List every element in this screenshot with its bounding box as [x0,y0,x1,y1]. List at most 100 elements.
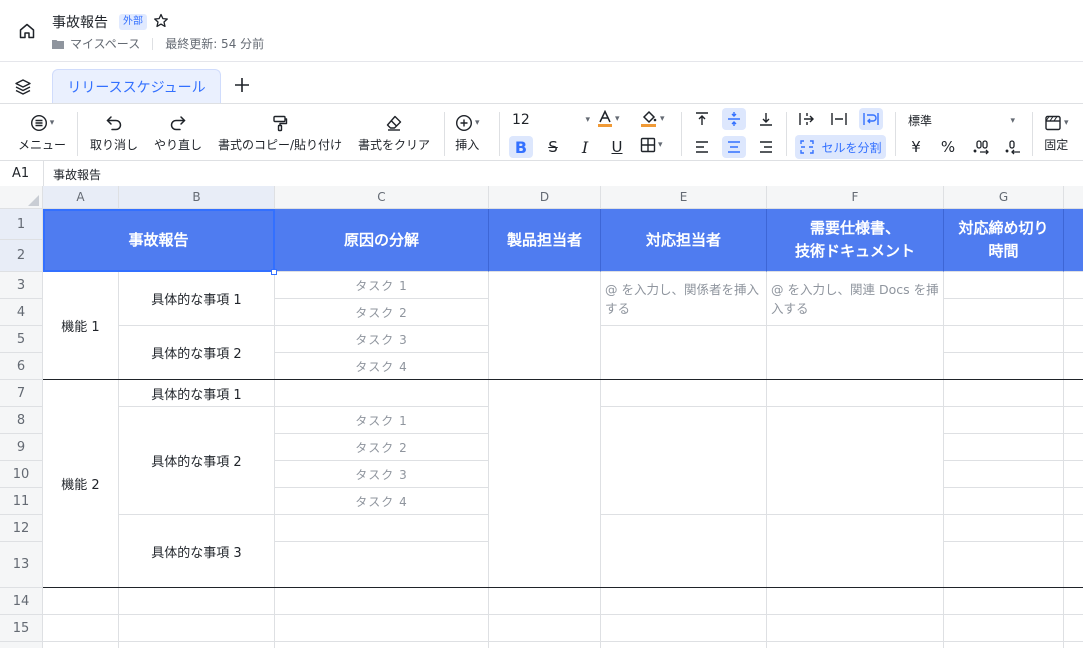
grid-cell[interactable] [1064,642,1083,648]
grid-cell[interactable] [275,515,489,542]
header-cell-assignee[interactable]: 対応担当者 [601,209,767,272]
borders-button[interactable]: ▾ [640,137,663,153]
task-cell[interactable]: タスク 2 [275,434,489,461]
grid-cell[interactable] [119,615,275,642]
grid-cell[interactable] [767,642,944,648]
align-top-button[interactable] [692,109,712,129]
align-middle-button[interactable] [722,108,746,130]
grid-cell[interactable] [767,615,944,642]
grid-cell[interactable] [1064,272,1083,299]
align-right-button[interactable] [756,137,776,157]
location-link[interactable]: マイスペース [70,35,140,52]
header-cell-cause-breakdown[interactable]: 原因の分解 [275,209,489,272]
grid-cell[interactable] [944,353,1064,380]
italic-button[interactable]: I [575,137,595,157]
row-header-5[interactable]: 5 [0,326,43,353]
grid-cell[interactable] [1064,380,1083,407]
grid-cell[interactable] [275,380,489,407]
home-button[interactable] [14,18,40,44]
currency-button[interactable]: ¥ [906,137,926,157]
header-cell-product-owner[interactable]: 製品担当者 [489,209,601,272]
grid-cell[interactable] [1064,542,1083,588]
grid-cell[interactable] [944,299,1064,326]
row-header-6[interactable]: 6 [0,353,43,380]
undo-button[interactable]: 取り消し [90,114,138,153]
strikethrough-button[interactable]: S [543,137,563,157]
grid-cell[interactable] [489,615,601,642]
bold-button[interactable]: B [509,136,533,158]
grid-cell[interactable] [489,272,601,380]
grid-cell[interactable] [1064,407,1083,434]
grid-cell[interactable] [275,642,489,648]
row-header-4[interactable]: 4 [0,299,43,326]
add-sheet-button[interactable] [233,76,251,99]
fill-handle[interactable] [271,269,277,275]
grid-cell[interactable] [944,615,1064,642]
column-header-a[interactable]: A [43,186,119,209]
format-painter-button[interactable]: 書式のコピー/貼り付け [218,114,342,153]
star-icon[interactable] [153,13,169,33]
grid-cell[interactable] [1064,434,1083,461]
split-cells-button[interactable]: セルを分割 [795,135,886,159]
layers-icon[interactable] [14,78,32,100]
align-left-button[interactable] [692,137,712,157]
grid-cell[interactable] [601,515,767,588]
grid-cell[interactable] [767,380,944,407]
grid-cell[interactable] [1064,615,1083,642]
task-cell[interactable]: タスク 3 [275,461,489,488]
grid-cell[interactable] [944,542,1064,588]
grid-cell[interactable] [944,434,1064,461]
row-header-7[interactable]: 7 [0,380,43,407]
row-header-8[interactable]: 8 [0,407,43,434]
insert-button[interactable]: ▾ 挿入 [455,114,480,153]
grid-cell[interactable] [944,326,1064,353]
column-header-h[interactable] [1064,186,1083,209]
row-header-3[interactable]: 3 [0,272,43,299]
row-header-16[interactable] [0,642,43,648]
docs-placeholder-cell[interactable]: @ を入力し、関連 Docs を挿入する [767,272,944,326]
task-cell[interactable]: タスク 4 [275,488,489,515]
grid-cell[interactable] [1064,515,1083,542]
grid-cell[interactable] [767,407,944,515]
number-format-select[interactable]: 標準 ▾ [908,112,1015,129]
grid-cell[interactable] [489,380,601,588]
grid-cell[interactable] [275,542,489,588]
grid-cell[interactable] [1064,588,1083,615]
header-cell-deadline[interactable]: 対応締め切り 時間 [944,209,1064,272]
item-cell-1[interactable]: 具体的な事項 1 [119,272,275,326]
grid-cell[interactable] [119,588,275,615]
column-header-b[interactable]: B [119,186,275,209]
row-header-14[interactable]: 14 [0,588,43,615]
row-header-13[interactable]: 13 [0,542,43,588]
grid-cell[interactable] [944,515,1064,542]
grid-cell[interactable] [767,326,944,380]
grid-cell[interactable] [944,588,1064,615]
task-cell[interactable]: タスク 4 [275,353,489,380]
percent-button[interactable]: % [938,137,958,157]
grid-cell[interactable] [944,488,1064,515]
task-cell[interactable]: タスク 2 [275,299,489,326]
font-size-select[interactable]: 12 ▾ [512,110,590,130]
grid-cell[interactable] [275,588,489,615]
clear-format-button[interactable]: 書式をクリア [358,114,430,153]
cell-reference[interactable]: A1 [12,166,29,181]
assignee-placeholder-cell[interactable]: @ を入力し、関係者を挿入する [601,272,767,326]
header-cell-spec-docs[interactable]: 需要仕様書、 技術ドキュメント [767,209,944,272]
grid-cell[interactable] [944,642,1064,648]
underline-button[interactable]: U [607,137,627,157]
header-cell-incident-report[interactable]: 事故報告 [43,209,275,272]
grid-cell[interactable] [944,407,1064,434]
fill-color-button[interactable]: ▾ [640,110,665,128]
grid-cell[interactable] [767,515,944,588]
decrease-decimal-button[interactable] [1003,137,1023,157]
row-header-9[interactable]: 9 [0,434,43,461]
align-center-button[interactable] [722,136,746,158]
grid-cell[interactable] [767,588,944,615]
grid-cell[interactable] [489,642,601,648]
grid-cell[interactable] [601,588,767,615]
text-overflow-button[interactable] [797,109,817,129]
select-all-corner[interactable] [0,186,43,209]
column-header-g[interactable]: G [944,186,1064,209]
item-cell-4[interactable]: 具体的な事項 2 [119,407,275,515]
document-title[interactable]: 事故報告 [52,12,108,32]
